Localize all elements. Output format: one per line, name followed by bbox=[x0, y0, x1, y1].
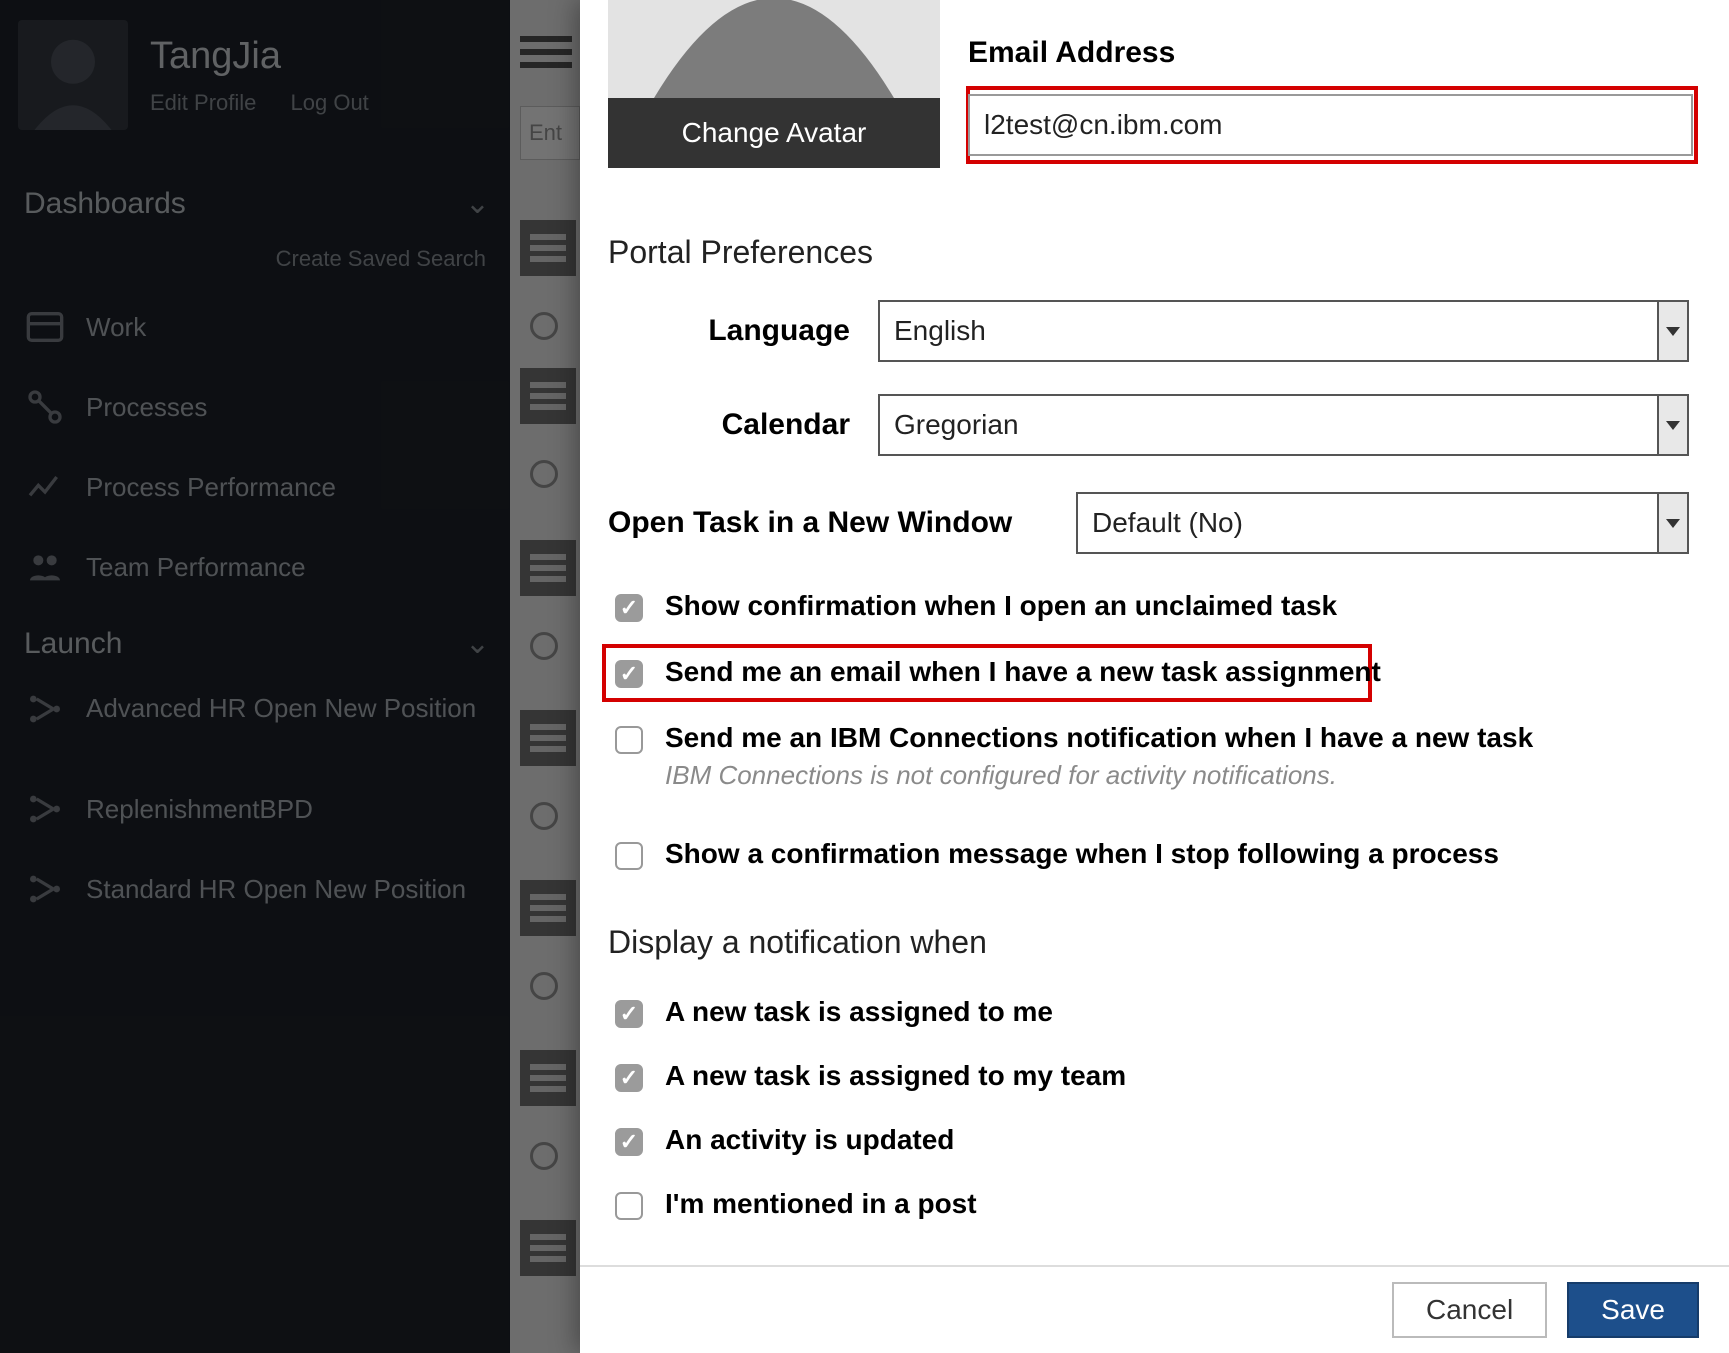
checkbox-label: An activity is updated bbox=[665, 1124, 954, 1156]
cancel-button[interactable]: Cancel bbox=[1392, 1282, 1547, 1338]
checkbox-label: Send me an email when I have a new task … bbox=[665, 656, 1381, 688]
checkbox-confirm-stop-follow[interactable] bbox=[615, 842, 643, 870]
checkbox-label: A new task is assigned to my team bbox=[665, 1060, 1126, 1092]
checkbox-label: A new task is assigned to me bbox=[665, 996, 1053, 1028]
open-task-value: Default (No) bbox=[1092, 507, 1243, 539]
change-avatar-button[interactable]: Change Avatar bbox=[608, 98, 940, 168]
checkbox-label: I'm mentioned in a post bbox=[665, 1188, 977, 1220]
user-preferences-modal: Change Avatar Email Address l2test@cn.ib… bbox=[580, 0, 1729, 1353]
display-notification-heading: Display a notification when bbox=[608, 924, 987, 961]
dropdown-arrow-icon bbox=[1657, 302, 1687, 360]
email-address-input[interactable]: l2test@cn.ibm.com bbox=[968, 94, 1693, 156]
checkbox-label: Show a confirmation message when I stop … bbox=[665, 838, 1499, 870]
calendar-label: Calendar bbox=[640, 408, 850, 442]
email-address-label: Email Address bbox=[968, 36, 1175, 70]
language-label: Language bbox=[640, 314, 850, 348]
checkbox-task-assigned-team[interactable] bbox=[615, 1064, 643, 1092]
checkbox-label: Show confirmation when I open an unclaim… bbox=[665, 590, 1337, 622]
calendar-select[interactable]: Gregorian bbox=[878, 394, 1689, 456]
checkbox-label: Send me an IBM Connections notification … bbox=[665, 722, 1533, 754]
language-select[interactable]: English bbox=[878, 300, 1689, 362]
modal-footer: Cancel Save bbox=[580, 1265, 1729, 1353]
calendar-value: Gregorian bbox=[894, 409, 1019, 441]
checkbox-activity-updated[interactable] bbox=[615, 1128, 643, 1156]
open-task-label: Open Task in a New Window bbox=[608, 506, 1048, 540]
checkbox-confirm-unclaimed[interactable] bbox=[615, 594, 643, 622]
dropdown-arrow-icon bbox=[1657, 494, 1687, 552]
avatar-preview bbox=[608, 0, 940, 98]
checkbox-mentioned[interactable] bbox=[615, 1192, 643, 1220]
dropdown-arrow-icon bbox=[1657, 396, 1687, 454]
ibm-connections-hint: IBM Connections is not configured for ac… bbox=[665, 760, 1533, 791]
checkbox-task-assigned-me[interactable] bbox=[615, 1000, 643, 1028]
save-button[interactable]: Save bbox=[1567, 1282, 1699, 1338]
open-task-select[interactable]: Default (No) bbox=[1076, 492, 1689, 554]
portal-preferences-heading: Portal Preferences bbox=[608, 234, 873, 271]
checkbox-ibm-connections[interactable] bbox=[615, 726, 643, 754]
checkbox-email-new-task[interactable] bbox=[615, 660, 643, 688]
language-value: English bbox=[894, 315, 986, 347]
